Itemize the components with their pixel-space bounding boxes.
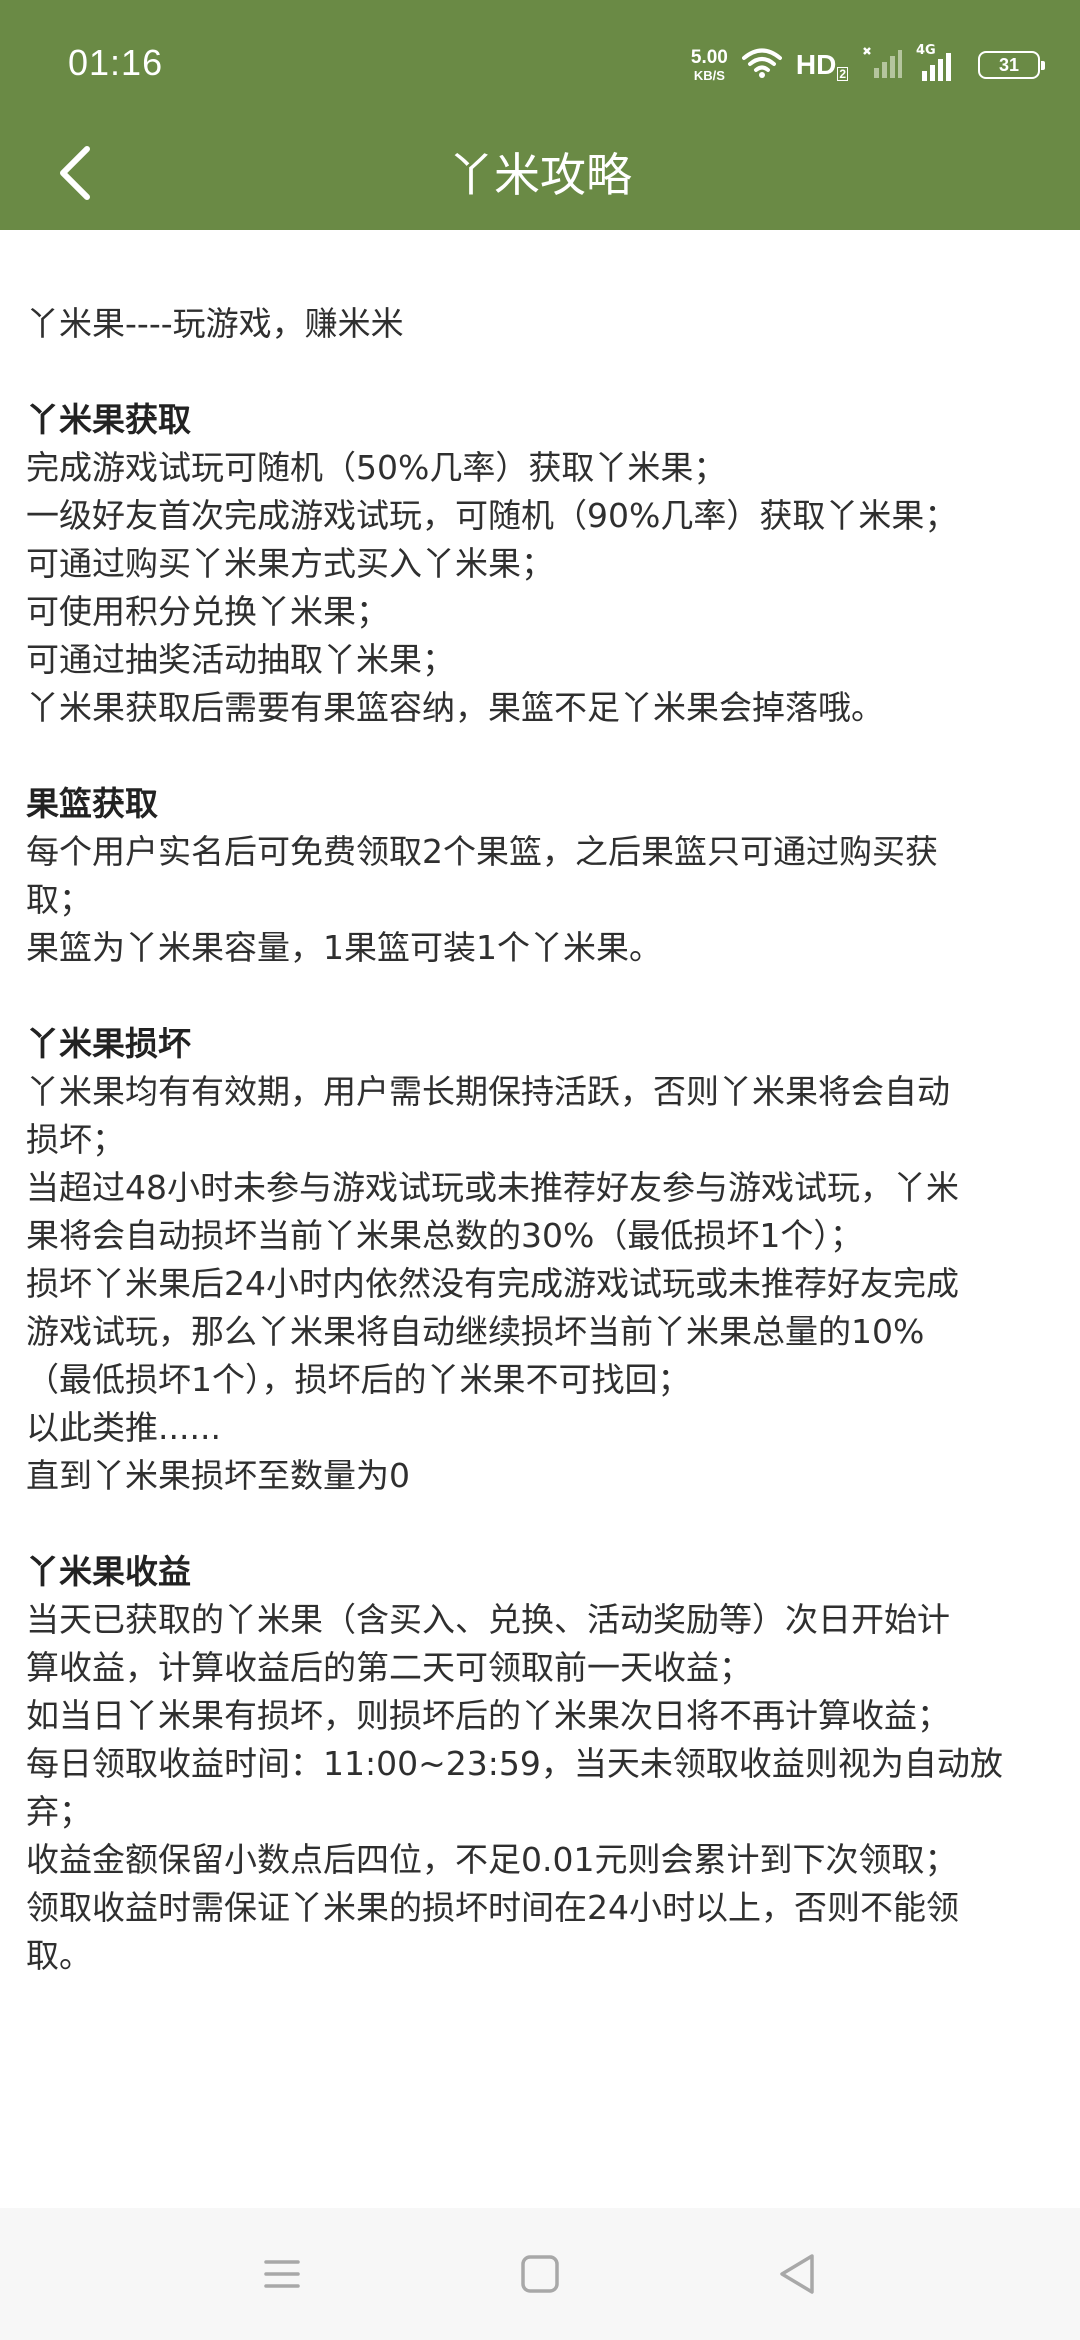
content-line: （最低损坏1个），损坏后的丫米果不可找回； xyxy=(26,1360,691,1399)
content-line: 直到丫米果损坏至数量为0 xyxy=(26,1456,410,1495)
status-icons: 5.00 KB/S HD 2 4G 31 xyxy=(691,40,1045,90)
section-heading: 丫米果损坏 xyxy=(26,1024,191,1063)
content-line: 丫米果获取后需要有果篮容纳，果篮不足丫米果会掉落哦。 xyxy=(26,688,884,727)
section-heading: 果篮获取 xyxy=(26,784,158,823)
battery-icon: 31 xyxy=(978,51,1045,79)
content-line: 当天已获取的丫米果（含买入、兑换、活动奖励等）次日开始计 xyxy=(26,1600,950,1639)
system-back-button[interactable] xyxy=(768,2244,828,2304)
content-line: 果篮为丫米果容量，1果篮可装1个丫米果。 xyxy=(26,928,662,967)
content-line: 取； xyxy=(26,880,92,919)
wifi-icon xyxy=(741,47,782,83)
content-line: 果将会自动损坏当前丫米果总数的30%（最低损坏1个）； xyxy=(26,1216,863,1255)
hd-sub: 2 xyxy=(837,67,848,81)
content-line: 游戏试玩，那么丫米果将自动继续损坏当前丫米果总量的10% xyxy=(26,1312,925,1351)
navigation-bar xyxy=(0,2208,1080,2340)
hd-label: HD xyxy=(795,49,837,80)
page-title: 丫米攻略 xyxy=(448,148,632,202)
content-line: 取。 xyxy=(26,1936,92,1975)
menu-icon xyxy=(264,2260,300,2288)
content-line: 以此类推...... xyxy=(26,1408,221,1447)
signal-4g-icon: 4G xyxy=(916,43,964,83)
content-line: 可通过抽奖活动抽取丫米果； xyxy=(26,640,455,679)
net-speed-unit: KB/S xyxy=(693,68,725,83)
status-bar: 01:16 5.00 KB/S HD 2 4G 31 xyxy=(0,0,1080,120)
content-line: 丫米果均有有效期，用户需长期保持活跃，否则丫米果将会自动 xyxy=(26,1072,950,1111)
back-triangle-icon xyxy=(780,2254,814,2294)
content-line: 领取收益时需保证丫米果的损坏时间在24小时以上，否则不能领 xyxy=(26,1888,959,1927)
home-icon xyxy=(521,2255,559,2293)
article-content: 丫米果----玩游戏，赚米米 丫米果获取完成游戏试玩可随机（50%几率）获取丫米果… xyxy=(26,300,1056,1980)
section-heading: 丫米果获取 xyxy=(26,400,191,439)
content-line: 可使用积分兑换丫米果； xyxy=(26,592,389,631)
content-line: 完成游戏试玩可随机（50%几率）获取丫米果； xyxy=(26,448,727,487)
network-tag: 4G xyxy=(916,43,936,58)
recent-apps-button[interactable] xyxy=(252,2244,312,2304)
home-button[interactable] xyxy=(510,2244,570,2304)
content-line: 弃； xyxy=(26,1792,92,1831)
battery-level: 31 xyxy=(998,54,1020,75)
content-line: 如当日丫米果有损坏，则损坏后的丫米果次日将不再计算收益； xyxy=(26,1696,950,1735)
content-line: 收益金额保留小数点后四位，不足0.01元则会累计到下次领取； xyxy=(26,1840,958,1879)
page: 01:16 5.00 KB/S HD 2 4G 31 丫米攻略 丫米果----玩… xyxy=(0,0,1080,2340)
toolbar: 丫米攻略 xyxy=(0,120,1080,230)
net-speed: 5.00 KB/S xyxy=(691,48,728,82)
content-line: 当超过48小时未参与游戏试玩或未推荐好友参与游戏试玩，丫米 xyxy=(26,1168,959,1207)
signal-icon xyxy=(862,46,902,84)
content-line: 损坏丫米果后24小时内依然没有完成游戏试玩或未推荐好友完成 xyxy=(26,1264,959,1303)
content-line: 损坏； xyxy=(26,1120,125,1159)
status-time: 01:16 xyxy=(68,42,164,83)
content-line: 每个用户实名后可免费领取2个果篮，之后果篮只可通过购买获 xyxy=(26,832,938,871)
content-line: 每日领取收益时间：11:00~23:59，当天未领取收益则视为自动放 xyxy=(26,1744,1003,1783)
hd-voice-indicator: HD 2 xyxy=(796,49,848,81)
net-speed-value: 5.00 xyxy=(690,47,728,68)
content-line: 算收益，计算收益后的第二天可领取前一天收益； xyxy=(26,1648,752,1687)
content-line: 一级好友首次完成游戏试玩，可随机（90%几率）获取丫米果； xyxy=(26,496,958,535)
content-line: 可通过购买丫米果方式买入丫米果； xyxy=(26,544,554,583)
section-heading: 丫米果收益 xyxy=(26,1552,191,1591)
content-line: 丫米果----玩游戏，赚米米 xyxy=(26,304,404,343)
header: 01:16 5.00 KB/S HD 2 4G 31 丫米攻略 xyxy=(0,0,1080,230)
